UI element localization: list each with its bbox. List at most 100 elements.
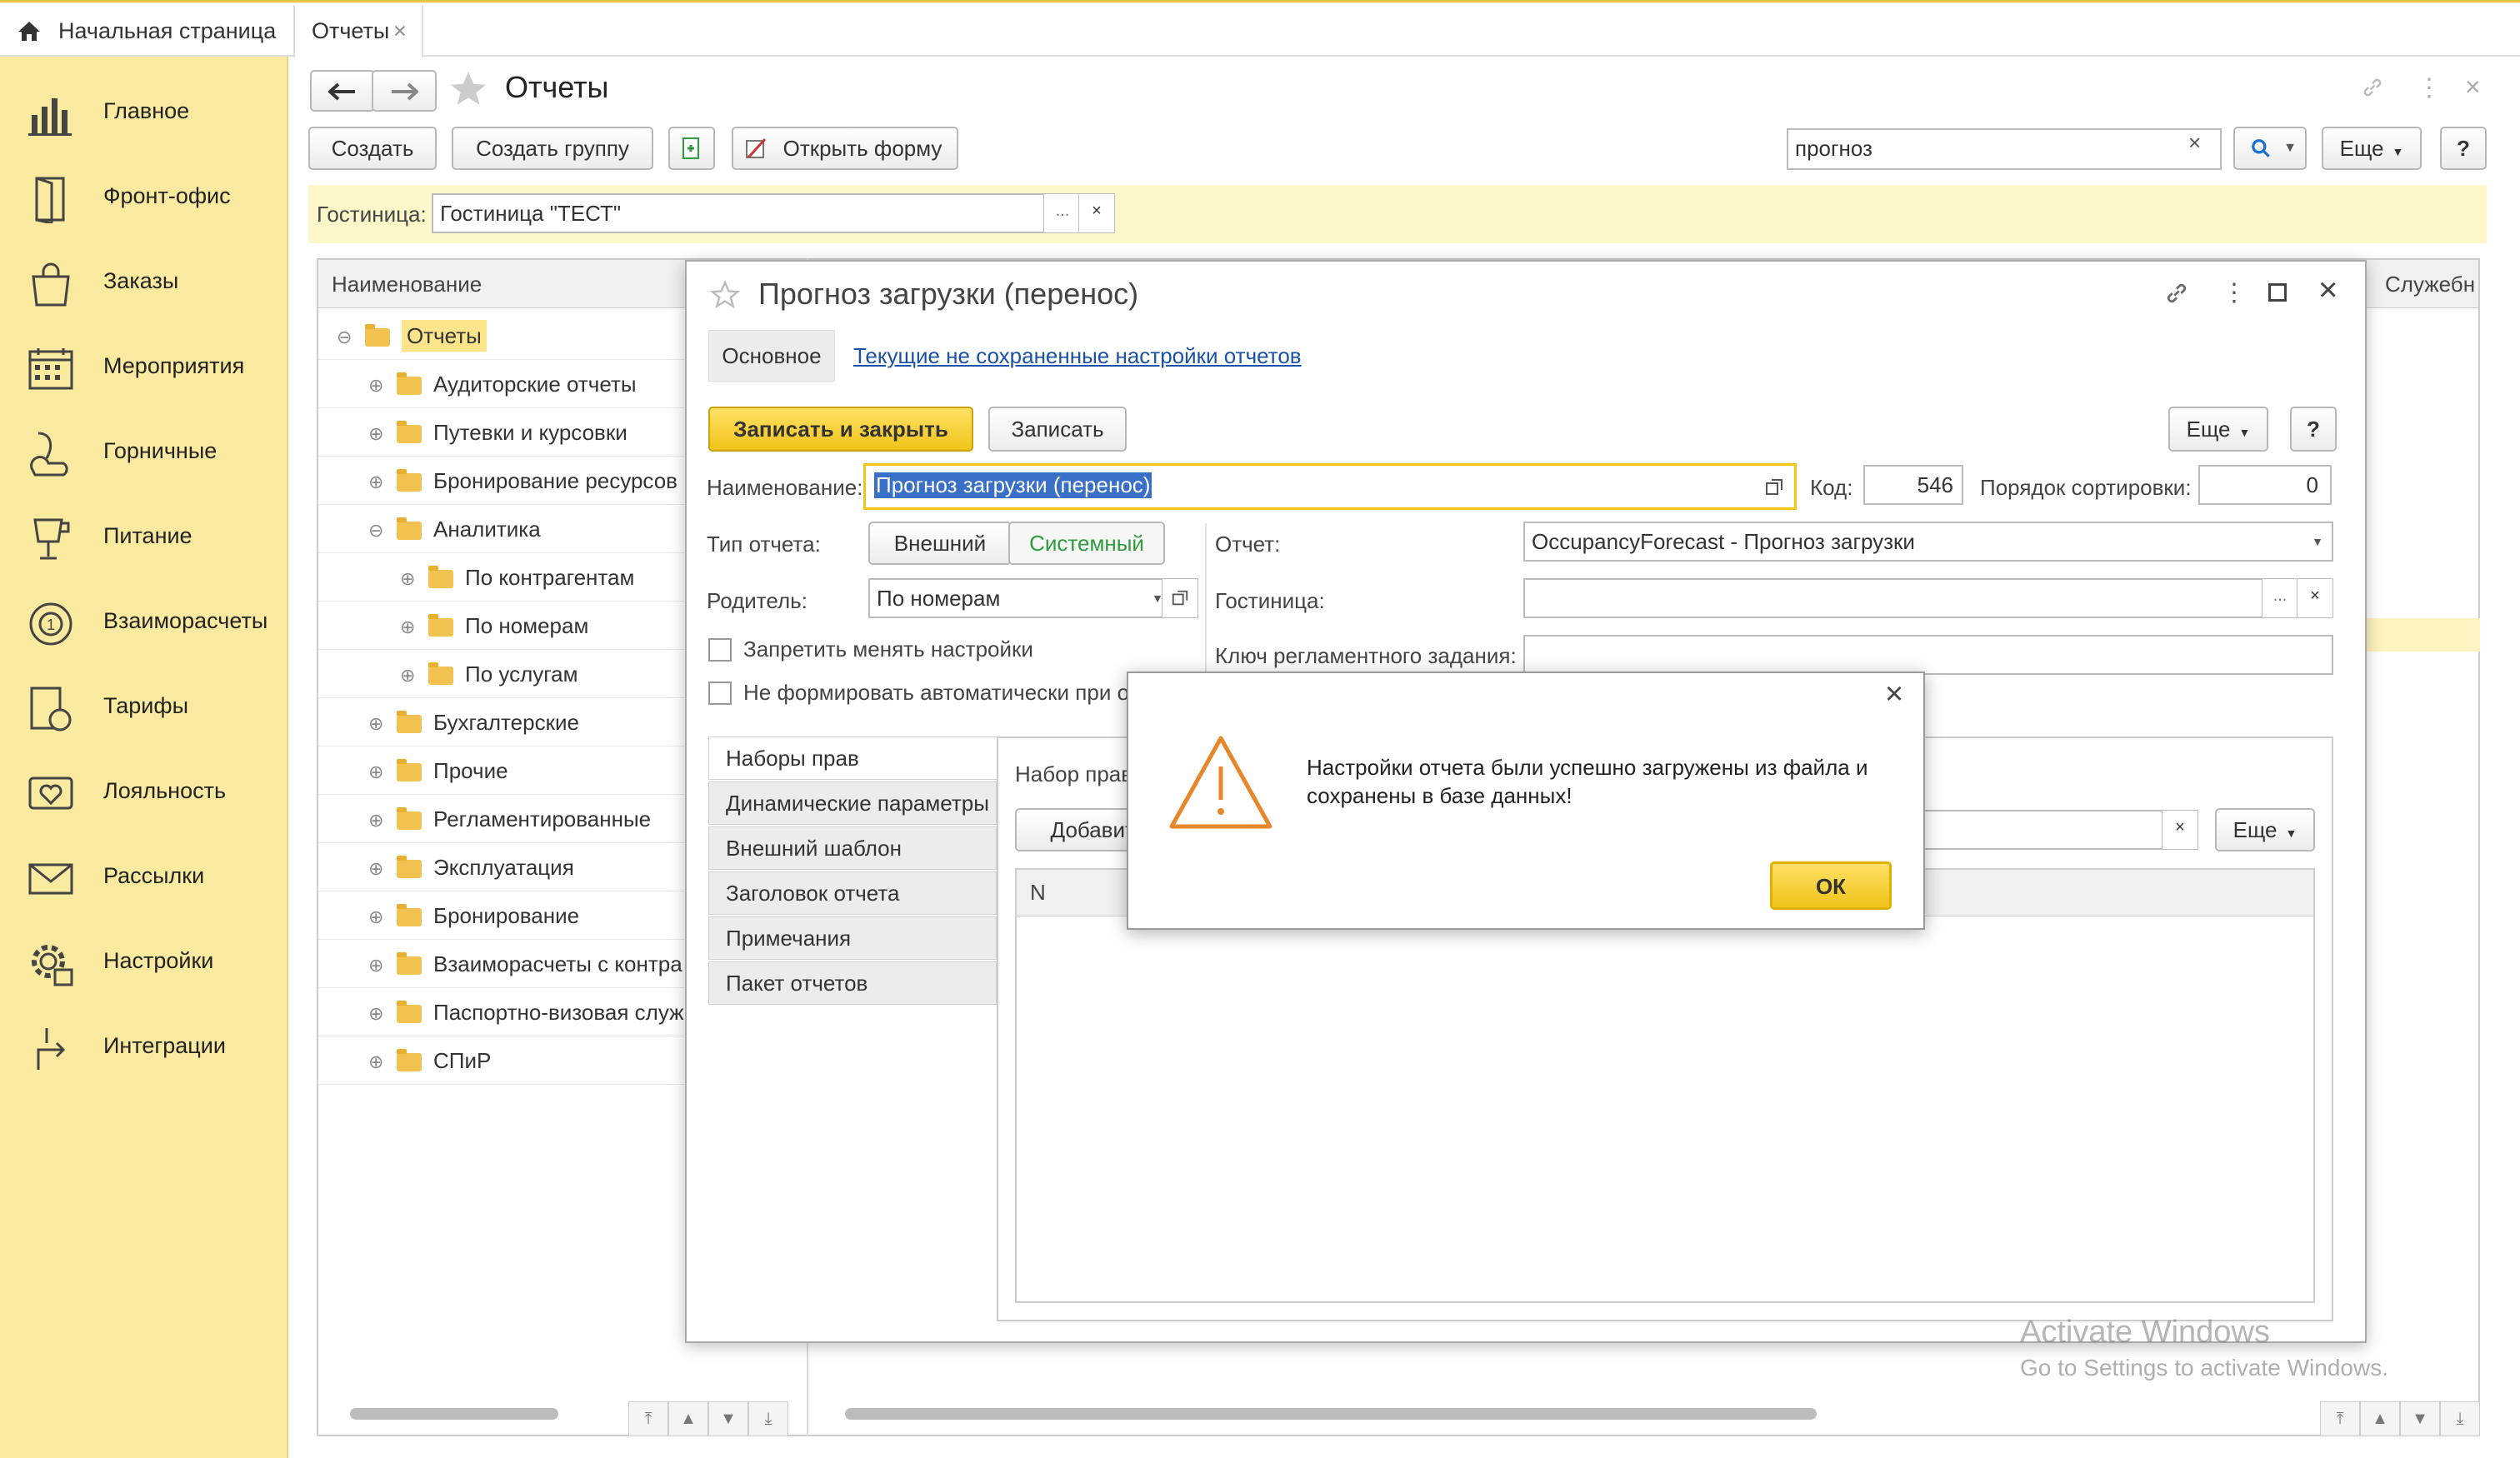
more-button[interactable]: Еще ▼ <box>2322 127 2422 170</box>
scroll-bottom-button[interactable]: ⤓ <box>2440 1401 2480 1436</box>
search-input[interactable]: прогноз <box>1787 128 2222 170</box>
forbid-settings-checkbox[interactable] <box>708 638 732 662</box>
type-external-button[interactable]: Внешний <box>868 522 1012 565</box>
search-button[interactable]: ▼ <box>2233 127 2307 170</box>
tab-home[interactable]: Начальная страница <box>17 5 292 57</box>
tree-row[interactable]: ⊕ Регламентированные <box>318 795 685 843</box>
sidebar-item-3[interactable]: Заказы <box>0 240 288 323</box>
ok-button[interactable]: ОК <box>1770 861 1892 910</box>
no-auto-checkbox[interactable] <box>708 682 732 705</box>
expand-icon[interactable]: ⊕ <box>368 990 383 1036</box>
tree-row[interactable]: ⊕ Взаиморасчеты с контра <box>318 940 685 988</box>
vertical-tab[interactable]: Примечания <box>708 916 997 960</box>
tree-row[interactable]: ⊕ Эксплуатация <box>318 843 685 891</box>
page-close-icon[interactable]: × <box>2465 72 2481 102</box>
expand-icon[interactable]: ⊕ <box>368 845 383 891</box>
tree-row[interactable]: ⊕ Паспортно-визовая служ <box>318 988 685 1036</box>
vertical-tab[interactable]: Пакет отчетов <box>708 961 997 1005</box>
create-group-button[interactable]: Создать группу <box>452 127 653 170</box>
collapse-icon[interactable]: ⊖ <box>337 313 352 359</box>
tree-row[interactable]: ⊕ Бронирование ресурсов <box>318 457 685 505</box>
tree-row[interactable]: ⊖ Отчеты <box>318 312 685 360</box>
form-hotel-input[interactable] <box>1523 578 2265 618</box>
expand-icon[interactable]: ⊕ <box>368 458 383 504</box>
modal-help-button[interactable]: ? <box>2290 407 2337 452</box>
expand-icon[interactable]: ⊕ <box>400 652 415 697</box>
tree-row[interactable]: ⊖ Аналитика <box>318 505 685 553</box>
sidebar-item-10[interactable]: Рассылки <box>0 835 288 918</box>
expand-icon[interactable]: ⊕ <box>400 555 415 601</box>
open-form-button[interactable]: Открыть форму <box>732 127 958 170</box>
vertical-tab[interactable]: Наборы прав <box>708 736 997 780</box>
vertical-tab[interactable]: Внешний шаблон <box>708 826 997 870</box>
tree-row[interactable]: ⊕ По услугам <box>318 650 685 698</box>
tree-row[interactable]: ⊕ Бухгалтерские <box>318 698 685 746</box>
sidebar-item-9[interactable]: Лояльность <box>0 750 288 833</box>
sidebar-item-12[interactable]: Интеграции <box>0 1005 288 1088</box>
vertical-tab[interactable]: Заголовок отчета <box>708 871 997 915</box>
name-field[interactable]: Прогноз загрузки (перенос) <box>863 463 1797 510</box>
expand-icon[interactable]: ⊕ <box>368 893 383 939</box>
sidebar-item-7[interactable]: 1 Взаиморасчеты <box>0 580 288 663</box>
scroll-down-button[interactable]: ▼ <box>708 1401 748 1436</box>
sidebar-item-11[interactable]: Настройки <box>0 920 288 1003</box>
more-vertical-icon[interactable]: ⋮ <box>2417 73 2442 102</box>
hotel-clear-button[interactable]: × <box>1078 193 1115 233</box>
sidebar-item-6[interactable]: Питание <box>0 495 288 578</box>
tree-row[interactable]: ⊕ Бронирование <box>318 891 685 940</box>
horizontal-scrollbar-right[interactable] <box>845 1408 1817 1420</box>
tree-row[interactable]: ⊕ Путевки и курсовки <box>318 408 685 457</box>
expand-icon[interactable]: ⊕ <box>400 603 415 649</box>
tree-row[interactable]: ⊕ СПиР <box>318 1036 685 1085</box>
alert-close-icon[interactable]: × <box>1885 677 1903 712</box>
parent-select[interactable]: По номерам ▼ <box>868 578 1177 618</box>
search-clear-icon[interactable]: × <box>2188 130 2201 156</box>
form-hotel-clear-button[interactable]: × <box>2297 578 2333 618</box>
tab-main[interactable]: Основное <box>708 330 835 382</box>
sidebar-item-2[interactable]: Фронт-офис <box>0 155 288 238</box>
rights-more-button[interactable]: Еще ▼ <box>2215 808 2315 851</box>
schedule-key-input[interactable] <box>1523 635 2333 675</box>
tree-row[interactable]: ⊕ По контрагентам <box>318 553 685 602</box>
horizontal-scrollbar[interactable] <box>350 1408 558 1420</box>
form-hotel-select-button[interactable]: ... <box>2262 578 2298 618</box>
tree-row[interactable]: ⊕ Прочие <box>318 746 685 795</box>
scroll-top-button[interactable]: ⤒ <box>2320 1401 2360 1436</box>
hotel-select-button[interactable]: ... <box>1043 193 1082 233</box>
expand-icon[interactable]: ⊕ <box>368 700 383 746</box>
code-field[interactable]: 546 <box>1863 465 1963 505</box>
save-and-close-button[interactable]: Записать и закрыть <box>708 407 973 452</box>
expand-icon[interactable]: ⊕ <box>368 362 383 407</box>
expand-icon[interactable]: ⊕ <box>368 1038 383 1084</box>
type-system-button[interactable]: Системный <box>1008 522 1165 565</box>
forward-button[interactable] <box>372 70 437 112</box>
tab-unsaved-settings-link[interactable]: Текущие не сохраненные настройки отчетов <box>853 343 1302 369</box>
copy-button[interactable] <box>668 127 715 170</box>
collapse-icon[interactable]: ⊖ <box>368 507 383 552</box>
scroll-bottom-button[interactable]: ⤓ <box>748 1401 788 1436</box>
create-button[interactable]: Создать <box>308 127 437 170</box>
link-icon[interactable] <box>2360 75 2385 100</box>
expand-icon[interactable]: ⊕ <box>368 410 383 456</box>
modal-more-button[interactable]: Еще ▼ <box>2168 407 2268 452</box>
close-icon[interactable]: × <box>393 5 407 57</box>
report-select[interactable]: OccupancyForecast - Прогноз загрузки ▼ <box>1523 522 2333 562</box>
tab-reports[interactable]: Отчеты × <box>293 5 423 57</box>
vertical-tab[interactable]: Динамические параметры <box>708 781 997 825</box>
save-button[interactable]: Записать <box>988 407 1127 452</box>
link-icon[interactable] <box>2163 280 2190 307</box>
hotel-filter-input[interactable]: Гостиница "ТЕСТ" <box>432 193 1045 233</box>
sidebar-item-4[interactable]: Мероприятия <box>0 325 288 408</box>
open-external-icon[interactable] <box>1764 477 1784 497</box>
star-outline-icon[interactable] <box>710 280 740 310</box>
sidebar-item-8[interactable]: Тарифы <box>0 665 288 748</box>
scroll-down-button[interactable]: ▼ <box>2400 1401 2440 1436</box>
back-button[interactable] <box>310 70 375 112</box>
sidebar-item-1[interactable]: Главное <box>0 70 288 153</box>
expand-icon[interactable]: ⊕ <box>368 941 383 987</box>
help-button[interactable]: ? <box>2440 127 2487 170</box>
more-vertical-icon[interactable]: ⋮ <box>2222 278 2247 307</box>
rights-filter-clear-button[interactable]: × <box>2162 810 2198 850</box>
scroll-up-button[interactable]: ▲ <box>2360 1401 2400 1436</box>
scroll-up-button[interactable]: ▲ <box>668 1401 708 1436</box>
